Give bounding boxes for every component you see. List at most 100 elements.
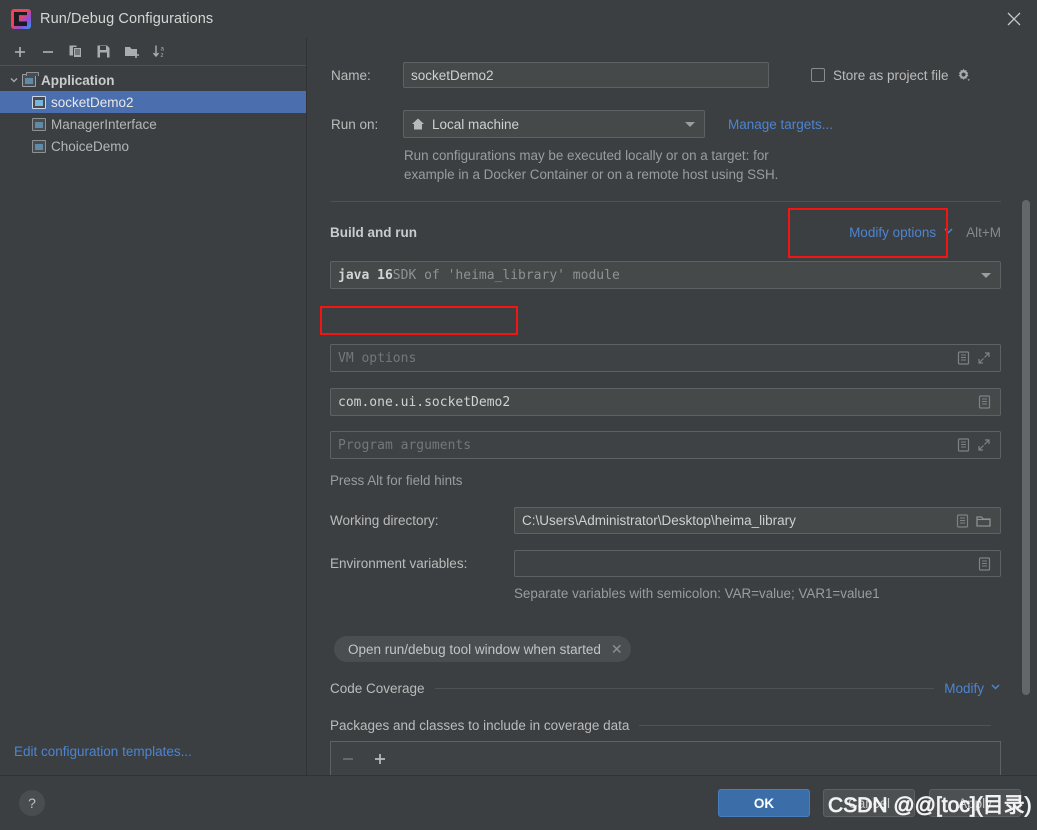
save-configuration-button[interactable] [90,40,117,64]
svg-text:z: z [160,52,163,59]
working-directory-row: Working directory: C:\Users\Administrato… [330,507,1001,534]
working-directory-input[interactable]: C:\Users\Administrator\Desktop\heima_lib… [514,507,1001,534]
main-class-field-icons [978,395,993,409]
section-divider-top [330,201,1001,202]
macro-list-icon[interactable] [957,438,970,452]
gear-icon[interactable] [957,68,972,83]
help-button[interactable]: ? [19,790,45,816]
modify-options-link[interactable]: Modify options [849,225,936,240]
jre-value-rest: SDK of 'heima_library' module [392,267,620,283]
plus-icon[interactable] [373,752,387,766]
store-as-project-file-row[interactable]: Store as project file [811,68,972,83]
expand-arrows-icon[interactable] [977,438,991,452]
configuration-form: Name: socketDemo2 Store as project file [308,38,1037,775]
section-divider [434,687,935,689]
modify-options-row: Modify options Alt+M [849,223,1001,241]
environment-variables-input[interactable] [514,550,1001,577]
store-as-project-file-checkbox[interactable] [811,68,825,82]
run-on-combobox[interactable]: Local machine [403,110,705,138]
edit-configuration-templates-link[interactable]: Edit configuration templates... [14,744,192,759]
run-on-value: Local machine [432,116,520,132]
build-and-run-label: Build and run [330,224,417,240]
chevron-down-icon[interactable] [981,272,993,278]
configurations-toolbar: a z [0,38,306,66]
minus-icon[interactable] [341,752,355,766]
form-scrollbar-thumb[interactable] [1022,200,1030,695]
main-class-value: com.one.ui.socketDemo2 [338,394,511,410]
apply-button[interactable]: Apply [929,789,1021,817]
tree-group-application[interactable]: Application [0,69,306,91]
remove-configuration-button[interactable] [34,40,61,64]
program-arguments-field-icons [957,438,993,452]
add-configuration-button[interactable] [6,40,33,64]
home-icon [411,117,425,131]
macro-list-icon[interactable] [978,556,991,571]
program-arguments-placeholder: Program arguments [338,437,472,453]
run-on-row: Run on: Local machine Manage targets... [331,110,1021,138]
tree-item-label: ChoiceDemo [51,138,130,154]
chevron-down-icon[interactable] [990,679,1001,697]
name-input[interactable]: socketDemo2 [403,62,769,88]
chevron-down-icon[interactable] [6,75,22,85]
tree-item-choicedemo[interactable]: ChoiceDemo [0,135,306,157]
environment-variables-field-icons [978,556,993,571]
modify-options-shortcut: Alt+M [966,224,1001,240]
chevron-down-icon[interactable] [685,121,697,127]
intellij-idea-icon [11,9,31,29]
coverage-packages-section: Packages and classes to include in cover… [330,718,1001,733]
chevron-down-icon[interactable] [943,223,954,241]
jre-value-bold: java 16 [338,267,393,283]
environment-variables-hint: Separate variables with semicolon: VAR=v… [514,586,880,601]
code-coverage-label: Code Coverage [330,680,425,696]
build-and-run-header: Build and run Modify options Alt+M [330,223,1001,241]
coverage-packages-table [330,741,1001,775]
tree-item-label: socketDemo2 [51,94,134,110]
vm-options-input[interactable]: VM options [330,344,1001,372]
store-as-project-file-label: Store as project file [833,67,949,83]
run-on-description-line2: example in a Docker Container or on a re… [404,167,779,182]
sort-configurations-button[interactable]: a z [146,40,173,64]
folder-browse-icon[interactable] [976,514,991,528]
run-debug-configurations-dialog: Run/Debug Configurations a z Application… [0,0,1037,830]
expand-arrows-icon[interactable] [977,351,991,365]
environment-variables-row: Environment variables: [330,550,1001,577]
tree-item-label: ManagerInterface [51,116,157,132]
tree-item-managerinterface[interactable]: ManagerInterface [0,113,306,135]
copy-configuration-button[interactable] [62,40,89,64]
macro-list-icon[interactable] [956,513,969,528]
working-directory-field-icons [956,513,993,528]
environment-variables-label: Environment variables: [330,556,468,571]
configuration-icon [32,95,46,109]
run-on-label: Run on: [331,116,379,132]
configurations-panel: a z Application socketDemo2 ManagerInter… [0,38,307,775]
run-on-description: Run configurations may be executed local… [404,146,1004,184]
section-divider [639,725,991,726]
dialog-footer: ? OK Cancel Apply [0,775,1037,830]
manage-targets-link[interactable]: Manage targets... [728,117,833,132]
cancel-button[interactable]: Cancel [823,789,915,817]
name-label: Name: [331,67,371,83]
close-icon[interactable]: ✕ [611,641,623,658]
vm-options-field-icons [957,351,993,365]
application-group-icon [22,71,39,87]
working-directory-value: C:\Users\Administrator\Desktop\heima_lib… [522,513,796,528]
program-arguments-input[interactable]: Program arguments [330,431,1001,459]
jre-combobox[interactable]: java 16 SDK of 'heima_library' module [330,261,1001,289]
ok-button[interactable]: OK [718,789,810,817]
open-tool-window-tag[interactable]: Open run/debug tool window when started … [334,636,631,662]
working-directory-label: Working directory: [330,513,439,528]
move-into-folder-button[interactable] [118,40,145,64]
configuration-icon [32,139,46,153]
main-class-input[interactable]: com.one.ui.socketDemo2 [330,388,1001,416]
macro-list-icon[interactable] [978,395,991,409]
configuration-icon [32,117,46,131]
code-coverage-modify-link[interactable]: Modify [944,681,984,696]
name-row: Name: socketDemo2 Store as project file [331,62,1021,88]
form-scrollbar[interactable] [1022,200,1030,775]
window-title: Run/Debug Configurations [40,11,214,27]
tree-item-socketdemo2[interactable]: socketDemo2 [0,91,306,113]
name-input-value: socketDemo2 [411,67,494,83]
field-hints-text: Press Alt for field hints [330,473,463,488]
close-icon[interactable] [991,0,1037,38]
macro-list-icon[interactable] [957,351,970,365]
